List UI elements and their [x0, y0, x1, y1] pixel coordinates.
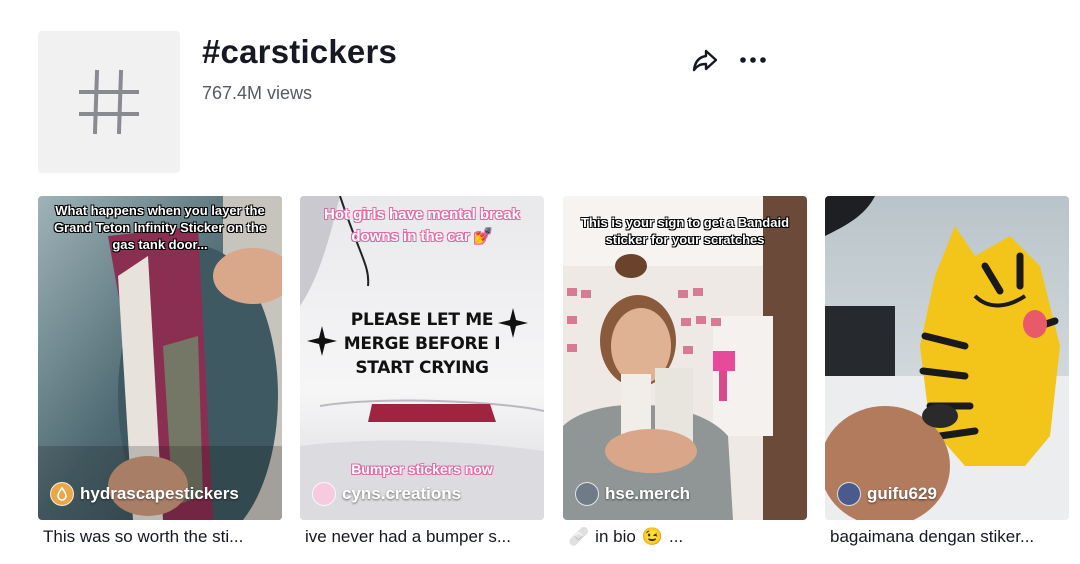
view-count: 767.4M views — [202, 83, 313, 103]
share-button[interactable] — [689, 44, 721, 76]
caption-text: This was so worth the sti... — [43, 527, 244, 546]
video-card[interactable]: What happens when you layer the Grand Te… — [38, 196, 282, 520]
video-card[interactable]: guifu629 — [825, 196, 1069, 520]
creator-name: hse.merch — [605, 484, 691, 503]
caption-text: ive never had a bumper s... — [305, 527, 512, 546]
video-caption[interactable]: 🩹 in bio 😉 ... — [568, 527, 812, 547]
creator-avatar — [50, 482, 74, 506]
creator-avatar — [312, 482, 336, 506]
more-options-button[interactable] — [737, 44, 769, 76]
caption-ellipsis: ... — [668, 527, 684, 546]
hashtag-avatar — [38, 31, 180, 173]
video-card[interactable]: Hot girls have mental break downs in the… — [300, 196, 544, 520]
caption-text: in bio — [595, 527, 636, 546]
creator-tag[interactable]: guifu629 — [837, 482, 937, 506]
more-dots-icon — [740, 57, 766, 63]
creator-name: cyns.creations — [342, 484, 462, 503]
video-overlay-text: Hot girls have mental break downs in the… — [324, 206, 520, 245]
video-thumbnail — [825, 196, 1069, 520]
video-overlay-text: This is your sign to get a Bandaid stick… — [580, 215, 790, 247]
share-arrow-icon — [692, 49, 718, 72]
video-overlay-text: What happens when you layer the Grand Te… — [53, 203, 267, 252]
video-caption[interactable]: This was so worth the sti... — [43, 527, 287, 547]
bumper-sticker-text: PLEASE LET ME MERGE BEFORE I START CRYIN… — [343, 310, 501, 378]
caption-text: bagaimana dengan stiker... — [830, 527, 1035, 546]
creator-tag[interactable]: hydrascapestickers — [50, 482, 239, 506]
creator-avatar — [575, 482, 599, 506]
video-card[interactable]: This is your sign to get a Bandaid stick… — [563, 196, 807, 520]
hashtag-icon — [79, 69, 139, 135]
video-caption[interactable]: ive never had a bumper s... — [305, 527, 549, 547]
video-bottom-text: Bumper stickers now — [351, 461, 493, 477]
creator-tag[interactable]: cyns.creations — [312, 482, 461, 506]
hashtag-page: #carstickers 767.4M views What happens w… — [0, 0, 1080, 564]
video-caption[interactable]: bagaimana dengan stiker... — [830, 527, 1074, 547]
bandage-icon: 🩹 — [568, 527, 590, 546]
drop-logo-icon — [57, 487, 67, 501]
page-title: #carstickers — [202, 33, 398, 70]
creator-name: hydrascapestickers — [80, 484, 239, 503]
creator-name: guifu629 — [867, 484, 937, 503]
creator-tag[interactable]: hse.merch — [575, 482, 690, 506]
creator-avatar — [837, 482, 861, 506]
wink-emoji-icon: 😉 — [641, 527, 663, 546]
